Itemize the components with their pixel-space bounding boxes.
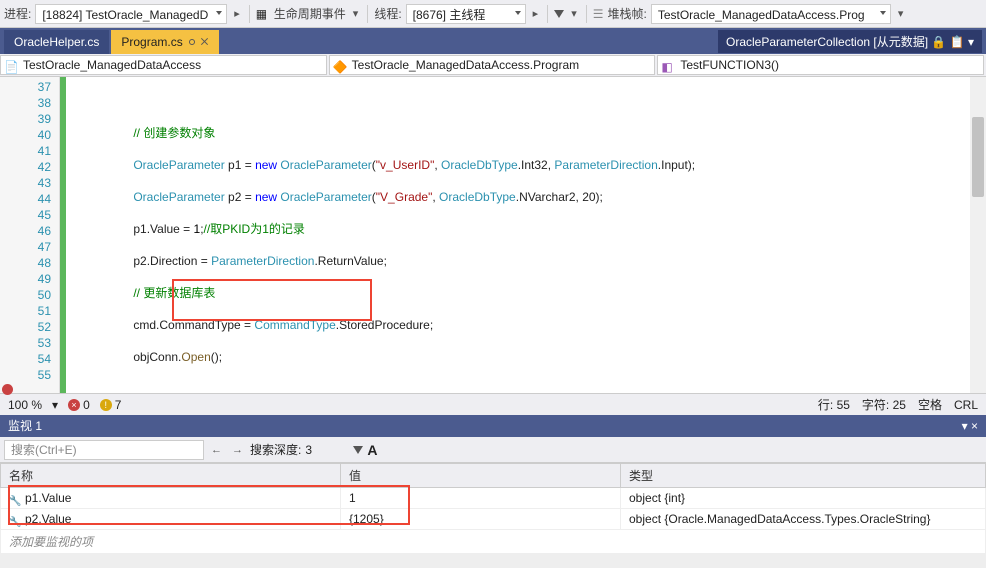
toolbar-overflow-icon[interactable]: ▾ — [895, 7, 907, 20]
nav-method[interactable]: ◧TestFUNCTION3() — [657, 55, 984, 75]
depth-label: 搜索深度: — [250, 441, 301, 458]
process-dropdown[interactable]: [18824] TestOracle_ManagedD — [35, 4, 227, 24]
funnel-arrow-icon[interactable]: ▾ — [568, 7, 580, 20]
col-indicator: 字符: 25 — [862, 396, 906, 413]
line-indicator: 行: 55 — [818, 396, 850, 413]
nav-class[interactable]: 🔶TestOracle_ManagedDataAccess.Program — [329, 55, 656, 75]
stack-label: 堆栈帧: — [607, 5, 646, 22]
tab-oraclehelper[interactable]: OracleHelper.cs — [4, 30, 109, 54]
step-icon[interactable]: ▸ — [231, 7, 243, 20]
filter-icon[interactable] — [554, 10, 564, 18]
watch-filter-icon[interactable] — [353, 446, 363, 454]
editor-tabstrip: OracleHelper.cs Program.cs OracleParamet… — [0, 28, 986, 54]
wrench-icon — [9, 514, 21, 526]
stack-dropdown[interactable]: TestOracle_ManagedDataAccess.Prog — [651, 4, 891, 24]
spaces-indicator[interactable]: 空格 — [918, 396, 942, 413]
close-icon[interactable] — [201, 38, 209, 46]
watch-row[interactable]: p1.Value 1 object {int} — [1, 488, 986, 509]
thread-label: 线程: — [374, 5, 401, 22]
warning-count[interactable]: !7 — [100, 398, 122, 412]
lifecycle-icon[interactable]: ▦ — [256, 7, 270, 21]
process-label: 进程: — [4, 5, 31, 22]
wrench-icon — [9, 493, 21, 505]
breakpoint-icon[interactable] — [2, 384, 13, 395]
col-name[interactable]: 名称 — [1, 464, 341, 488]
watch-toolbar: 搜索(Ctrl+E) ← → 搜索深度: 3 A — [0, 437, 986, 463]
col-value[interactable]: 值 — [341, 464, 621, 488]
nav-back-icon[interactable]: ← — [208, 444, 225, 456]
watch-search-input[interactable]: 搜索(Ctrl+E) — [4, 440, 204, 460]
zoom-level[interactable]: 100 % — [8, 398, 42, 412]
text-tool-icon[interactable]: A — [367, 442, 377, 458]
thread-dropdown[interactable]: [8676] 主线程 — [406, 4, 526, 24]
lifecycle-arrow-icon[interactable]: ▾ — [350, 7, 362, 20]
editor-scrollbar[interactable] — [970, 77, 986, 393]
depth-dropdown[interactable]: 3 — [305, 443, 345, 457]
nav-fwd-icon[interactable]: → — [229, 444, 246, 456]
col-type[interactable]: 类型 — [621, 464, 986, 488]
stack-icon[interactable]: ☰ — [593, 7, 604, 21]
watch-add-row[interactable]: 添加要监视的项 — [1, 530, 986, 554]
error-count[interactable]: ×0 — [68, 398, 90, 412]
nav-strip: 📄TestOracle_ManagedDataAccess 🔶TestOracl… — [0, 54, 986, 77]
watch-table: 名称 值 类型 p1.Value 1 object {int} p2.Value… — [0, 463, 986, 554]
code-editor[interactable]: 37383940414243444546474849505152535455 /… — [0, 77, 986, 393]
thread-nav-icon[interactable]: ▸ — [530, 7, 542, 20]
watch-dropdown-icon[interactable]: ▾ × — [962, 415, 978, 437]
tab-program[interactable]: Program.cs — [111, 30, 218, 54]
debug-toolbar: 进程: [18824] TestOracle_ManagedD ▸ ▦ 生命周期… — [0, 0, 986, 28]
code-area[interactable]: // 创建参数对象 OracleParameter p1 = new Oracl… — [60, 77, 986, 393]
zoom-arrow-icon[interactable]: ▾ — [52, 398, 58, 412]
crlf-indicator[interactable]: CRL — [954, 398, 978, 412]
lifecycle-label: 生命周期事件 — [274, 5, 346, 22]
metadata-header[interactable]: OracleParameterCollection [从元数据] 🔒 📋 ▾ — [718, 30, 982, 53]
watch-header[interactable]: 监视 1 ▾ × — [0, 415, 986, 437]
line-gutter: 37383940414243444546474849505152535455 — [0, 77, 60, 393]
pin-icon[interactable] — [189, 39, 195, 45]
editor-statusbar: 100 % ▾ ×0 !7 行: 55 字符: 25 空格 CRL — [0, 393, 986, 415]
watch-row[interactable]: p2.Value {1205} object {Oracle.ManagedDa… — [1, 509, 986, 530]
nav-namespace[interactable]: 📄TestOracle_ManagedDataAccess — [0, 55, 327, 75]
